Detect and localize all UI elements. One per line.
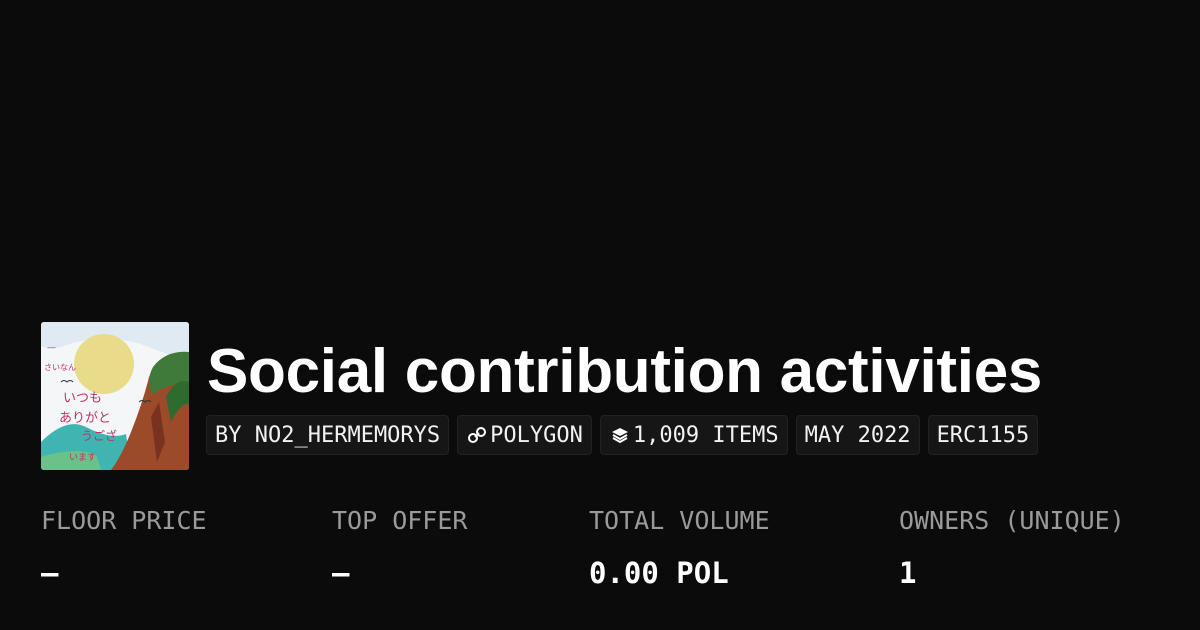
items-count-label: 1,009 ITEMS: [632, 422, 779, 448]
stat-owners: OWNERS (UNIQUE) 1: [899, 503, 1125, 593]
stat-label: TOTAL VOLUME: [589, 506, 770, 535]
collection-meta-chips: BY NO2_HERMEMORYS POLYGON 1,009 ITEMS MA…: [206, 415, 1039, 455]
collection-title: Social contribution activities: [207, 337, 1043, 406]
items-count-chip: 1,009 ITEMS: [599, 415, 788, 455]
creator-chip[interactable]: BY NO2_HERMEMORYS: [206, 415, 450, 455]
svg-text:ありがと: ありがと: [59, 411, 111, 426]
token-standard-label: ERC1155: [936, 422, 1030, 448]
collection-thumbnail: いつも ありがと うござ います さいなん —: [41, 322, 189, 470]
stat-value: 1: [899, 556, 917, 590]
stat-value: 0.00 POL: [589, 556, 729, 590]
svg-text:うござ: うござ: [81, 428, 117, 443]
stat-floor-price: FLOOR PRICE –: [41, 503, 207, 593]
stat-label: FLOOR PRICE: [41, 506, 207, 535]
token-standard-chip: ERC1155: [927, 415, 1039, 455]
stat-value: –: [332, 556, 350, 590]
stat-label: OWNERS (UNIQUE): [899, 506, 1125, 535]
layers-stack-icon: [609, 424, 631, 446]
created-date-chip: MAY 2022: [795, 415, 920, 455]
chain-chip: POLYGON: [457, 415, 592, 455]
creator-label: BY NO2_HERMEMORYS: [215, 422, 441, 448]
stat-top-offer: TOP OFFER –: [332, 503, 467, 593]
stat-value: –: [41, 556, 59, 590]
svg-text:—: —: [47, 343, 56, 353]
stat-label: TOP OFFER: [332, 506, 468, 535]
svg-text:います: います: [69, 452, 96, 463]
stat-total-volume: TOTAL VOLUME 0.00 POL: [589, 503, 770, 593]
svg-text:いつも: いつも: [63, 391, 102, 406]
link-chain-icon: [466, 424, 488, 446]
svg-text:さいなん: さいなん: [44, 363, 76, 372]
chain-label: POLYGON: [490, 422, 583, 448]
created-date-label: MAY 2022: [804, 422, 911, 448]
